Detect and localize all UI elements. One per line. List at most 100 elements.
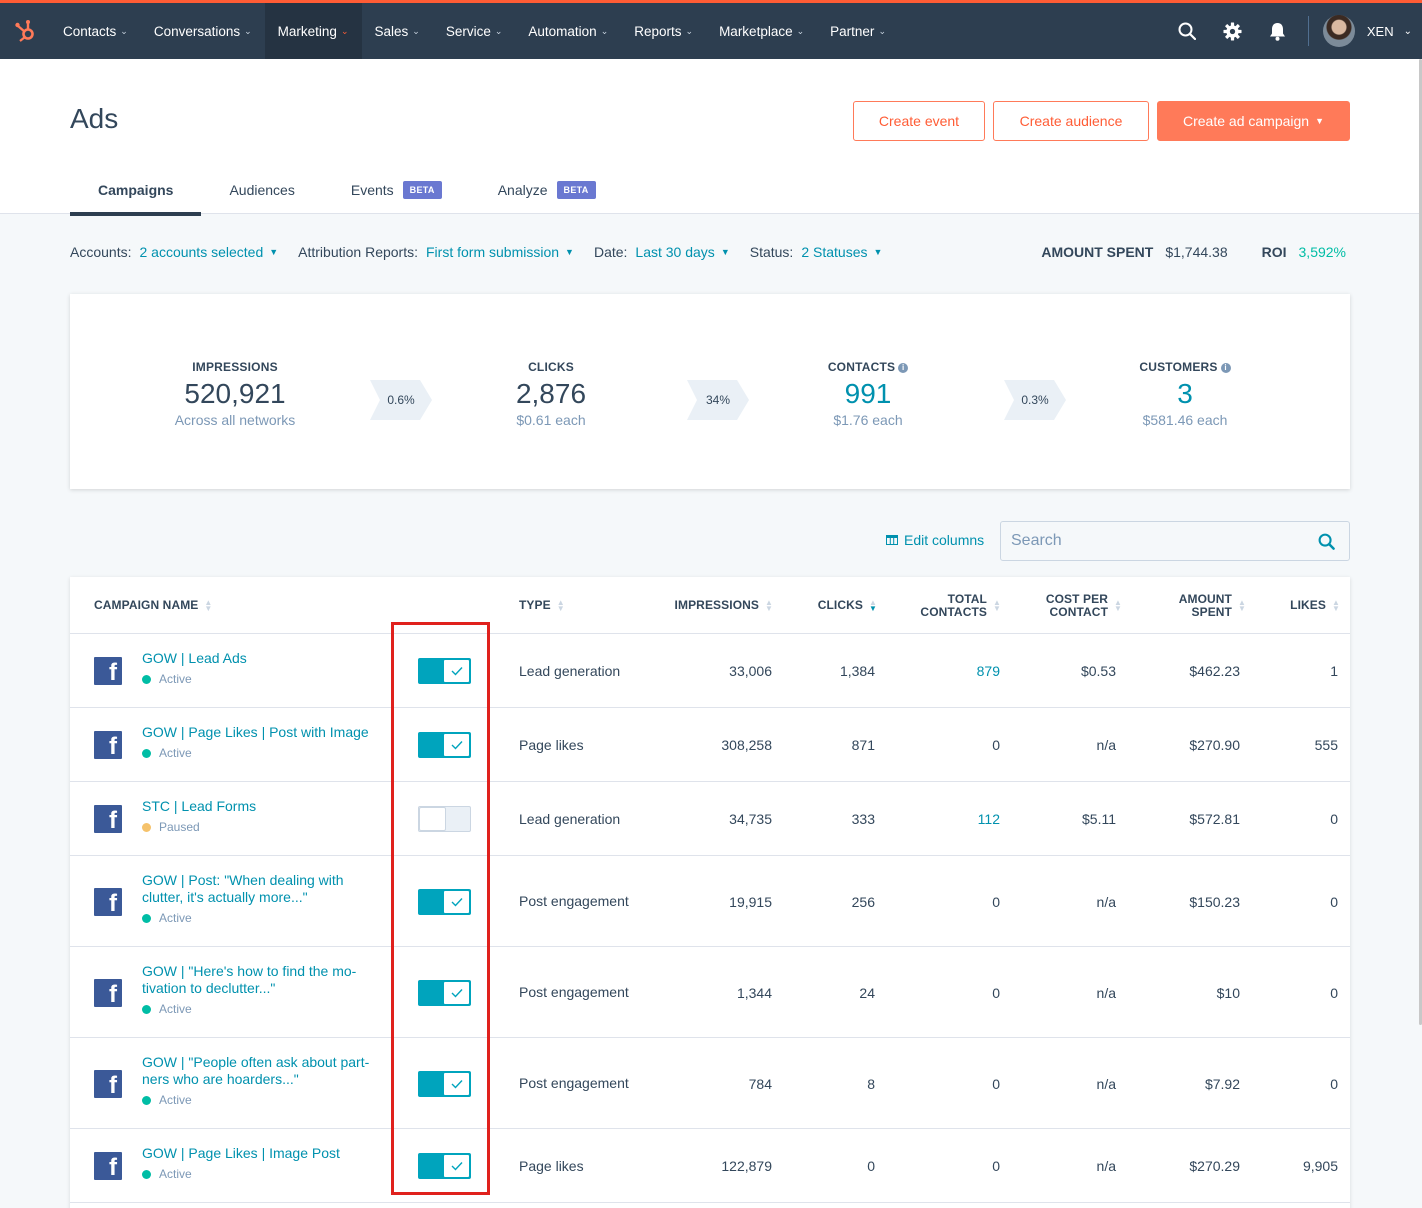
table-header: CAMPAIGN NAME ▲ ▼ TYPE ▲ ▼ IMPRESSIONS ▲ ▼ CLI… xyxy=(70,577,1350,634)
type-cell: Post engagement xyxy=(519,893,629,909)
nav-item-service[interactable]: Service ⌄ xyxy=(433,3,516,59)
avatar[interactable] xyxy=(1322,15,1355,47)
search-input[interactable] xyxy=(1001,532,1301,550)
column-header-line: AMOUNT xyxy=(1178,591,1232,606)
nav-item-label: Marketing xyxy=(277,23,337,39)
campaign-name-link[interactable]: GOW | Post: "When dealing with clutter, … xyxy=(142,872,382,906)
tab-events[interactable]: Events BETA xyxy=(323,165,470,215)
nav-item-marketing[interactable]: Marketing ⌄ xyxy=(264,3,362,59)
gear-icon[interactable] xyxy=(1210,3,1255,59)
date-filter-value[interactable]: Last 30 days xyxy=(635,244,714,260)
search-icon[interactable] xyxy=(1318,533,1335,555)
attribution-filter[interactable]: Attribution Reports: First form submissi… xyxy=(298,244,574,260)
campaign-status: Active xyxy=(142,911,382,925)
campaign-name-link[interactable]: GOW | Lead Ads xyxy=(142,650,382,667)
contacts-cell[interactable]: 112 xyxy=(880,782,1000,856)
sort-icon: ▲ ▼ xyxy=(1238,597,1247,613)
facebook-icon: f xyxy=(94,657,122,686)
column-header-likes[interactable]: LIKES ▲ ▼ xyxy=(1266,577,1340,634)
facebook-icon: f xyxy=(94,1152,122,1181)
customers-metric: CUSTOMERS i 3 $581.46 each xyxy=(1085,360,1285,428)
tab-label: Analyze xyxy=(497,182,548,198)
date-filter[interactable]: Date: Last 30 days ▼ xyxy=(594,244,730,260)
accounts-filter-value[interactable]: 2 accounts selected xyxy=(139,244,263,260)
account-name[interactable]: XEN xyxy=(1367,24,1394,39)
campaign-status-toggle[interactable] xyxy=(418,806,471,832)
status-text: Active xyxy=(159,672,192,686)
campaign-cell: GOW | Lead Ads Active xyxy=(142,650,382,686)
column-header-total-contacts[interactable]: TOTAL CONTACTS ▲ ▼ xyxy=(900,577,1001,634)
nav-item-reports[interactable]: Reports ⌄ xyxy=(621,3,706,59)
nav-item-marketplace[interactable]: Marketplace ⌄ xyxy=(706,3,817,59)
clicks-label: CLICKS xyxy=(528,360,574,374)
nav-item-sales[interactable]: Sales ⌄ xyxy=(362,3,433,59)
likes-cell: 1 xyxy=(1330,663,1338,679)
campaign-status-toggle[interactable] xyxy=(418,1070,471,1097)
campaign-status: Active xyxy=(142,672,382,686)
status-dot xyxy=(142,822,151,832)
campaign-status-toggle[interactable] xyxy=(418,658,471,684)
campaign-status: Active xyxy=(142,1002,382,1016)
tab-analyze[interactable]: Analyze BETA xyxy=(470,165,624,215)
campaign-name-link[interactable]: GOW | Page Likes | Image Post xyxy=(142,1145,382,1162)
chevron-down-icon[interactable]: ⌄ xyxy=(1404,26,1412,37)
create-event-button[interactable]: Create event xyxy=(853,101,985,141)
sprocket-logo-icon[interactable] xyxy=(0,3,50,59)
edit-columns-link[interactable]: Edit columns xyxy=(886,532,984,548)
filter-bar: Accounts: 2 accounts selected ▼ Attribut… xyxy=(70,244,902,260)
nav-item-label: Service xyxy=(445,23,491,39)
campaign-name-link[interactable]: GOW | Page Likes | Post with Image xyxy=(142,724,382,741)
column-header-clicks[interactable]: CLICKS ▲ ▼ xyxy=(790,577,877,634)
column-header-line: CONTACT xyxy=(1049,604,1108,619)
clicks-cell: 871 xyxy=(851,737,875,753)
customers-value[interactable]: 3 xyxy=(1085,378,1285,410)
campaign-name-link[interactable]: GOW | "Here's how to find the mo-tivatio… xyxy=(142,963,382,997)
checkmark-icon xyxy=(451,1162,463,1171)
column-header-type[interactable]: TYPE ▲ ▼ xyxy=(519,577,565,634)
table-row: f GOW | "Here's how to find the mo-tivati… xyxy=(70,947,1350,1038)
attribution-filter-value[interactable]: First form submission xyxy=(426,244,559,260)
chevron-down-icon: ⌄ xyxy=(412,25,420,36)
tab-campaigns[interactable]: Campaigns xyxy=(70,165,202,216)
campaign-name-link[interactable]: STC | Lead Forms xyxy=(142,798,382,815)
contacts-value[interactable]: 991 xyxy=(768,378,968,410)
top-navigation-bar: Contacts ⌄ Conversations ⌄ Marketing ⌄ Sales ⌄ S… xyxy=(0,0,1422,59)
columns-icon xyxy=(886,535,898,545)
campaign-status-toggle[interactable] xyxy=(418,732,471,758)
campaign-name-link[interactable]: GOW | "People often ask about part-ners … xyxy=(142,1054,382,1088)
info-icon[interactable]: i xyxy=(1220,362,1231,373)
nav-item-conversations[interactable]: Conversations ⌄ xyxy=(141,3,265,59)
cost-per-contact-cell: n/a xyxy=(1096,1158,1116,1174)
campaign-cell: GOW | "Here's how to find the mo-tivatio… xyxy=(142,963,382,1016)
search-icon[interactable] xyxy=(1165,3,1210,59)
column-header-amount-spent[interactable]: AMOUNT SPENT ▲ ▼ xyxy=(1160,577,1246,634)
info-icon[interactable]: i xyxy=(898,362,909,373)
column-header-line: COST PER xyxy=(1045,591,1108,606)
create-audience-button[interactable]: Create audience xyxy=(993,101,1149,141)
status-filter-value[interactable]: 2 Statuses xyxy=(801,244,867,260)
column-header-cost-per-contact[interactable]: COST PER CONTACT ▲ ▼ xyxy=(1030,577,1122,634)
campaign-status-toggle[interactable] xyxy=(418,979,471,1006)
chevron-down-icon: ⌄ xyxy=(796,25,805,36)
nav-item-automation[interactable]: Automation ⌄ xyxy=(515,3,621,59)
toggle-knob xyxy=(443,980,470,1005)
column-header-campaign-name[interactable]: CAMPAIGN NAME ▲ ▼ xyxy=(94,577,212,634)
toggle-knob xyxy=(443,889,470,914)
column-header-line: CONTACTS xyxy=(920,604,987,619)
campaign-status-toggle[interactable] xyxy=(418,888,471,915)
contacts-cell: 0 xyxy=(992,984,1000,1001)
create-ad-campaign-button[interactable]: Create ad campaign ▼ xyxy=(1157,101,1350,141)
campaign-cell: GOW | Page Likes | Post with Image Active xyxy=(142,724,382,760)
accounts-filter[interactable]: Accounts: 2 accounts selected ▼ xyxy=(70,244,278,260)
status-filter[interactable]: Status: 2 Statuses ▼ xyxy=(750,244,883,260)
facebook-icon: f xyxy=(94,887,122,917)
page-title: Ads xyxy=(70,103,119,134)
contacts-cell[interactable]: 879 xyxy=(880,634,1000,708)
campaign-status-toggle[interactable] xyxy=(418,1153,471,1179)
column-header-impressions[interactable]: IMPRESSIONS ▲ ▼ xyxy=(660,577,773,634)
nav-item-contacts[interactable]: Contacts ⌄ xyxy=(50,3,141,59)
nav-item-partner[interactable]: Partner ⌄ xyxy=(817,3,899,59)
bell-icon[interactable] xyxy=(1255,3,1300,59)
customers-label: CUSTOMERS i xyxy=(1085,360,1285,374)
tab-audiences[interactable]: Audiences xyxy=(201,165,322,215)
